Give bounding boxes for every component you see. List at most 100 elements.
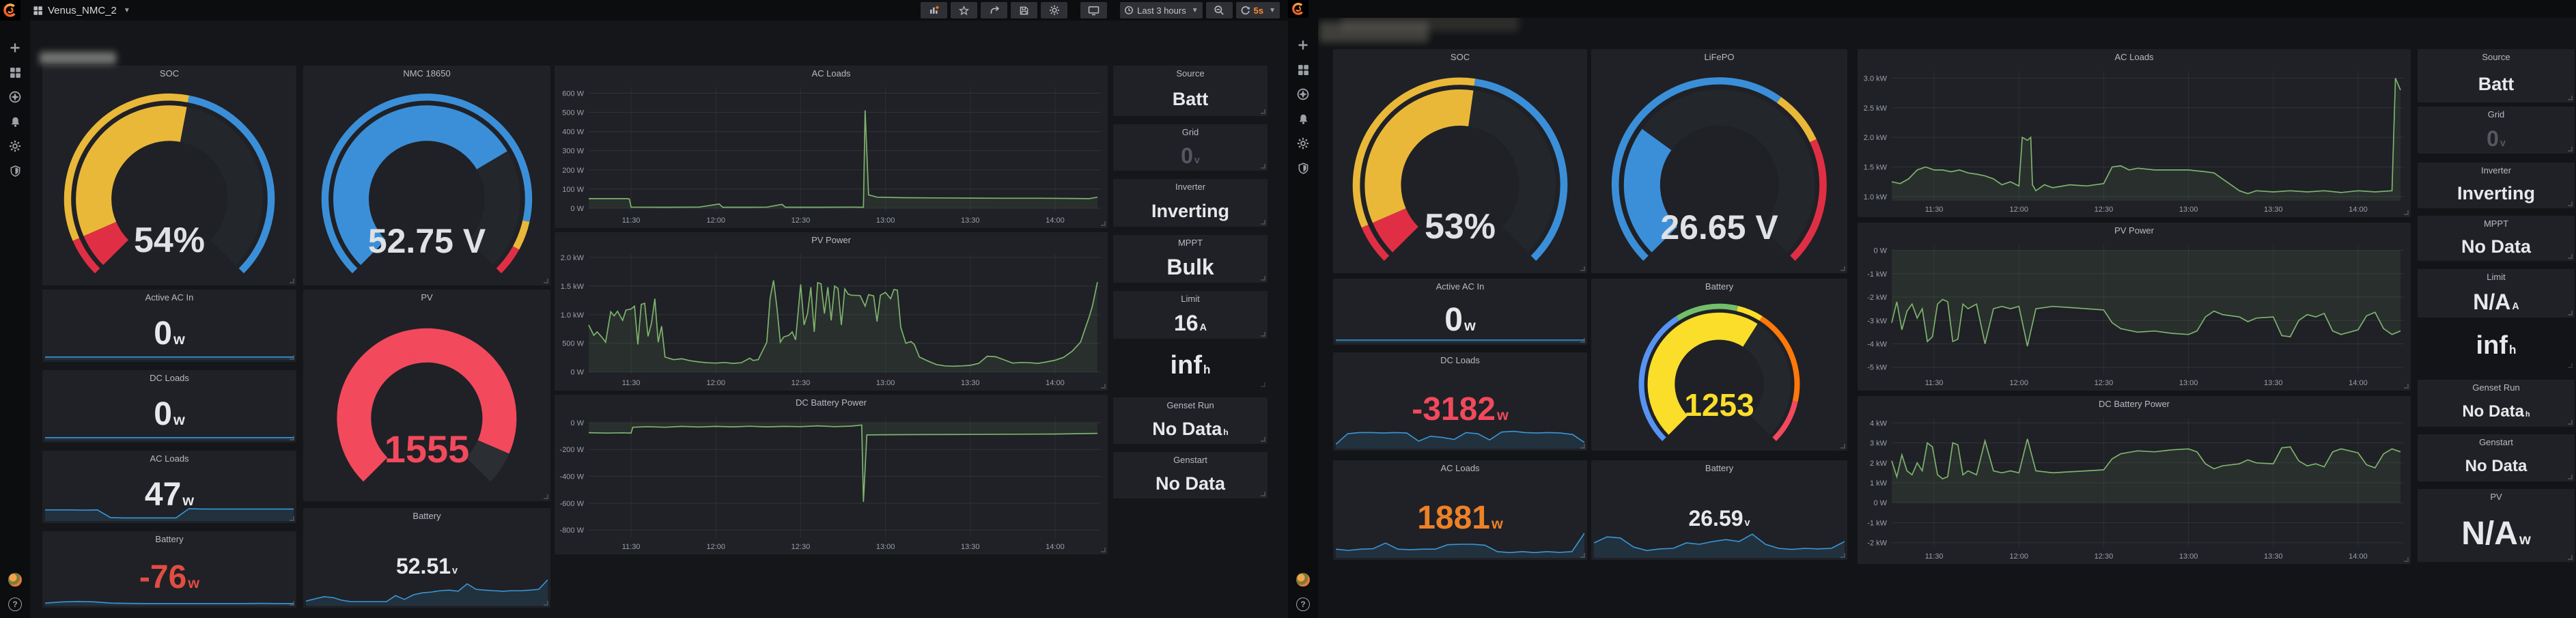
panel-title[interactable]: MPPT [2418, 216, 2575, 232]
panel-title[interactable]: Genset Run [1113, 397, 1268, 414]
help-icon[interactable]: ? [1296, 598, 1310, 611]
dc-battery-chart-plot[interactable]: 11:30 12:00 12:30 13:00 13:30 14:00 4 kW 3 kW 2 … [1858, 412, 2411, 563]
grafana-logo[interactable] [1288, 0, 1308, 18]
panel-title[interactable]: Battery [42, 531, 296, 548]
svg-text:13:30: 13:30 [2264, 206, 2283, 214]
create-plus-icon[interactable] [8, 41, 22, 55]
panel-title[interactable]: Limit [1113, 291, 1268, 307]
save-button[interactable] [1011, 2, 1038, 18]
svg-text:11:30: 11:30 [622, 543, 641, 551]
panel-title[interactable]: Limit [2418, 269, 2575, 285]
ac-loads-chart-plot[interactable]: 11:30 12:00 12:30 13:00 13:30 14:00 1.0 kW 1.5 … [1858, 66, 2411, 216]
server-admin-shield-icon[interactable] [8, 164, 22, 178]
user-avatar[interactable] [8, 573, 22, 587]
panel-title[interactable]: AC Loads [1333, 460, 1587, 477]
svg-text:1.5 kW: 1.5 kW [1864, 164, 1888, 172]
svg-text:-1 kW: -1 kW [1867, 519, 1887, 527]
svg-text:12:30: 12:30 [792, 216, 811, 225]
help-icon[interactable]: ? [8, 598, 22, 611]
panel-inverter: Inverter Inverting [1113, 179, 1268, 227]
alerting-bell-icon[interactable] [1296, 112, 1310, 126]
stat-value: 0v [2487, 126, 2506, 151]
dc-battery-chart-plot[interactable]: 11:30 12:00 12:30 13:00 13:30 14:00 0 W -200 W -… [555, 411, 1108, 553]
panel-title[interactable]: LiFePO [1591, 49, 1847, 66]
stat-value: No Data [1155, 473, 1225, 494]
panel-title[interactable]: Source [2418, 49, 2575, 66]
kiosk-tv-button[interactable] [1080, 2, 1108, 18]
panel-title[interactable]: PV [2418, 489, 2575, 505]
panel-title[interactable]: DC Loads [1333, 352, 1587, 369]
gauge-value: 53% [1424, 207, 1496, 247]
refresh-button[interactable]: 5s ▼ [1235, 2, 1280, 18]
panel-title[interactable]: Battery [303, 508, 550, 524]
stat-value: No Data h [2462, 402, 2530, 421]
panel-soc-gauge: SOC 54% [42, 66, 296, 285]
dashboard-settings-button[interactable] [1041, 2, 1068, 18]
panel-title[interactable]: PV [303, 290, 550, 306]
explore-compass-icon[interactable] [1296, 87, 1310, 101]
pv-power-chart-plot[interactable]: 11:30 12:00 12:30 13:00 13:30 14:00 0 W 500 W 1.… [555, 249, 1108, 389]
share-button[interactable] [981, 2, 1008, 18]
dashboard-title-group[interactable]: Venus_NMC_2 ▼ [33, 5, 130, 16]
panel-title[interactable]: DC Battery Power [1858, 396, 2411, 412]
svg-text:13:30: 13:30 [2264, 379, 2283, 387]
navbar: Venus_NMC_2 ▼ Last 3 hours ▼ 5s ▼ [0, 0, 1288, 20]
panel-title[interactable]: AC Loads [42, 451, 296, 467]
svg-text:12:30: 12:30 [2095, 206, 2114, 214]
panel-title[interactable]: DC Loads [42, 370, 296, 387]
grafana-logo[interactable] [0, 0, 20, 20]
panel-grid: Grid 0v [2418, 107, 2575, 154]
svg-text:12:30: 12:30 [792, 543, 811, 551]
panel-title[interactable]: MPPT [1113, 235, 1268, 251]
svg-text:400 W: 400 W [562, 128, 584, 137]
stat-value: 26.59 v [1688, 506, 1750, 531]
panel-limit: Limit N/A A [2418, 269, 2575, 318]
zoom-out-button[interactable] [1205, 2, 1233, 18]
panel-title[interactable]: Grid [1113, 124, 1268, 141]
panel-title[interactable]: AC Loads [555, 66, 1108, 82]
dashboard-title[interactable]: Venus_NMC_2 [48, 5, 117, 16]
configuration-gear-icon[interactable] [8, 139, 22, 153]
dashboards-icon[interactable] [8, 66, 22, 79]
create-plus-icon[interactable] [1296, 38, 1310, 52]
star-button[interactable] [951, 2, 978, 18]
panel-title[interactable]: Active AC In [42, 290, 296, 306]
panel-soc-gauge: SOC 53% [1333, 49, 1587, 273]
panel-title[interactable]: AC Loads [1858, 49, 2411, 66]
panel-title[interactable]: Grid [2418, 107, 2575, 123]
panel-title[interactable]: Inverter [2418, 163, 2575, 179]
server-admin-shield-icon[interactable] [1296, 161, 1310, 175]
panel-title[interactable]: PV Power [555, 232, 1108, 249]
panel-title[interactable]: Inverter [1113, 179, 1268, 195]
svg-text:4 kW: 4 kW [1870, 419, 1888, 427]
svg-text:600 W: 600 W [562, 89, 584, 98]
panel-title[interactable]: NMC 18650 [303, 66, 550, 82]
panel-title[interactable]: Genset Run [2418, 380, 2575, 396]
add-panel-button[interactable] [921, 2, 948, 18]
explore-compass-icon[interactable] [8, 90, 22, 104]
stat-value: 0w [154, 396, 185, 432]
panel-title[interactable]: Active AC In [1333, 279, 1587, 295]
user-avatar[interactable] [1296, 573, 1310, 587]
panel-title[interactable]: Source [1113, 66, 1268, 82]
navbar-toolbar: Last 3 hours ▼ 5s ▼ [917, 2, 1280, 18]
panel-title[interactable]: SOC [1333, 49, 1587, 66]
panel-title[interactable]: Battery [1591, 460, 1847, 477]
time-range-picker[interactable]: Last 3 hours ▼ [1120, 2, 1203, 18]
panel-title[interactable]: Genstart [2418, 434, 2575, 451]
svg-text:0 W: 0 W [1873, 499, 1887, 507]
dashboards-icon[interactable] [1296, 63, 1310, 76]
panel-pv-power-chart: PV Power 11:30 12:00 12:30 13:00 13:30 14:00 0… [1858, 223, 2411, 391]
panel-title[interactable]: SOC [42, 66, 296, 82]
panel-title[interactable]: PV Power [1858, 223, 2411, 239]
panel-title[interactable]: DC Battery Power [555, 395, 1108, 411]
gauge-value: 1555 [384, 427, 470, 470]
panel-title[interactable]: Genstart [1113, 452, 1268, 468]
pv-power-chart-plot[interactable]: 11:30 12:00 12:30 13:00 13:30 14:00 0 W -1 kW -2… [1858, 239, 2411, 389]
alerting-bell-icon[interactable] [8, 115, 22, 128]
configuration-gear-icon[interactable] [1296, 137, 1310, 150]
ac-loads-chart-plot[interactable]: 11:30 12:00 12:30 13:00 13:30 14:00 0 W 100 W 20… [555, 82, 1108, 227]
panel-title[interactable]: Battery [1591, 279, 1847, 295]
svg-text:2.0 kW: 2.0 kW [561, 254, 585, 262]
svg-text:1 kW: 1 kW [1870, 479, 1888, 488]
